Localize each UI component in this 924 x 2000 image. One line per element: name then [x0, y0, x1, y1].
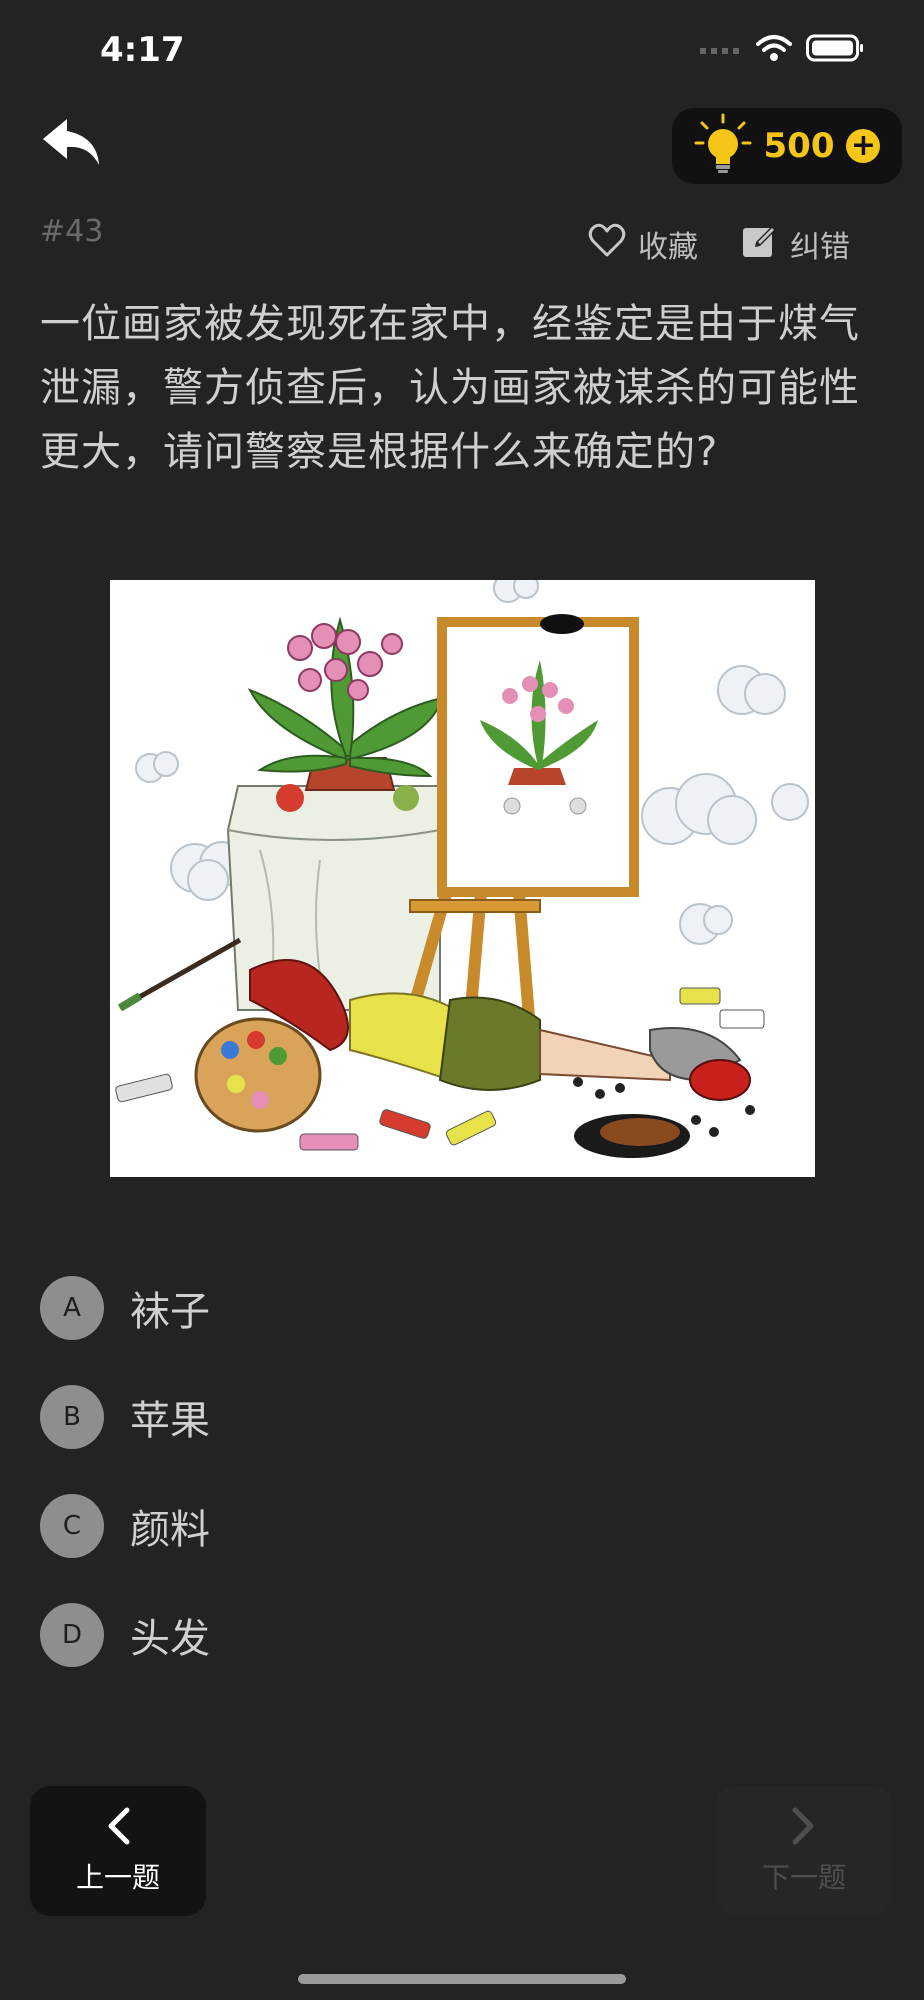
heart-icon: [588, 222, 626, 266]
favorite-label: 收藏: [638, 230, 698, 265]
favorite-button[interactable]: 收藏: [588, 222, 698, 266]
next-question-label: 下一题: [761, 1861, 846, 1894]
puzzle-illustration: [110, 580, 815, 1177]
home-indicator[interactable]: [298, 1974, 626, 1984]
option-text: 袜子: [130, 1289, 210, 1335]
report-error-button[interactable]: 纠错: [742, 222, 850, 266]
status-icons: [700, 34, 864, 66]
option-a[interactable]: A 袜子: [40, 1276, 210, 1340]
question-number: #43: [40, 214, 104, 249]
chevron-right-icon: [791, 1806, 817, 1850]
option-letter: D: [40, 1603, 104, 1667]
option-b[interactable]: B 苹果: [40, 1385, 210, 1449]
back-button[interactable]: [36, 112, 108, 176]
add-hints-button[interactable]: +: [846, 129, 881, 163]
option-letter: C: [40, 1494, 104, 1558]
option-text: 头发: [130, 1616, 210, 1662]
hint-count: 500: [763, 126, 835, 166]
edit-icon: [742, 222, 778, 266]
option-text: 颜料: [130, 1507, 210, 1553]
reply-arrow-icon: [39, 115, 105, 173]
lightbulb-icon: [694, 113, 752, 179]
next-question-button[interactable]: 下一题: [716, 1786, 892, 1916]
option-text: 苹果: [130, 1398, 210, 1444]
option-letter: B: [40, 1385, 104, 1449]
option-c[interactable]: C 颜料: [40, 1494, 210, 1558]
report-label: 纠错: [790, 230, 850, 265]
option-letter: A: [40, 1276, 104, 1340]
question-text: 一位画家被发现死在家中，经鉴定是由于煤气泄漏，警方侦查后，认为画家被谋杀的可能性…: [40, 301, 860, 475]
status-time: 4:17: [100, 30, 185, 70]
option-d[interactable]: D 头发: [40, 1603, 210, 1667]
chevron-left-icon: [105, 1806, 131, 1850]
previous-question-label: 上一题: [75, 1861, 160, 1894]
wifi-icon: [756, 34, 792, 66]
previous-question-button[interactable]: 上一题: [30, 1786, 206, 1916]
signal-icon: [700, 41, 742, 60]
hint-balance[interactable]: 500 +: [672, 108, 902, 184]
battery-icon: [806, 34, 864, 66]
